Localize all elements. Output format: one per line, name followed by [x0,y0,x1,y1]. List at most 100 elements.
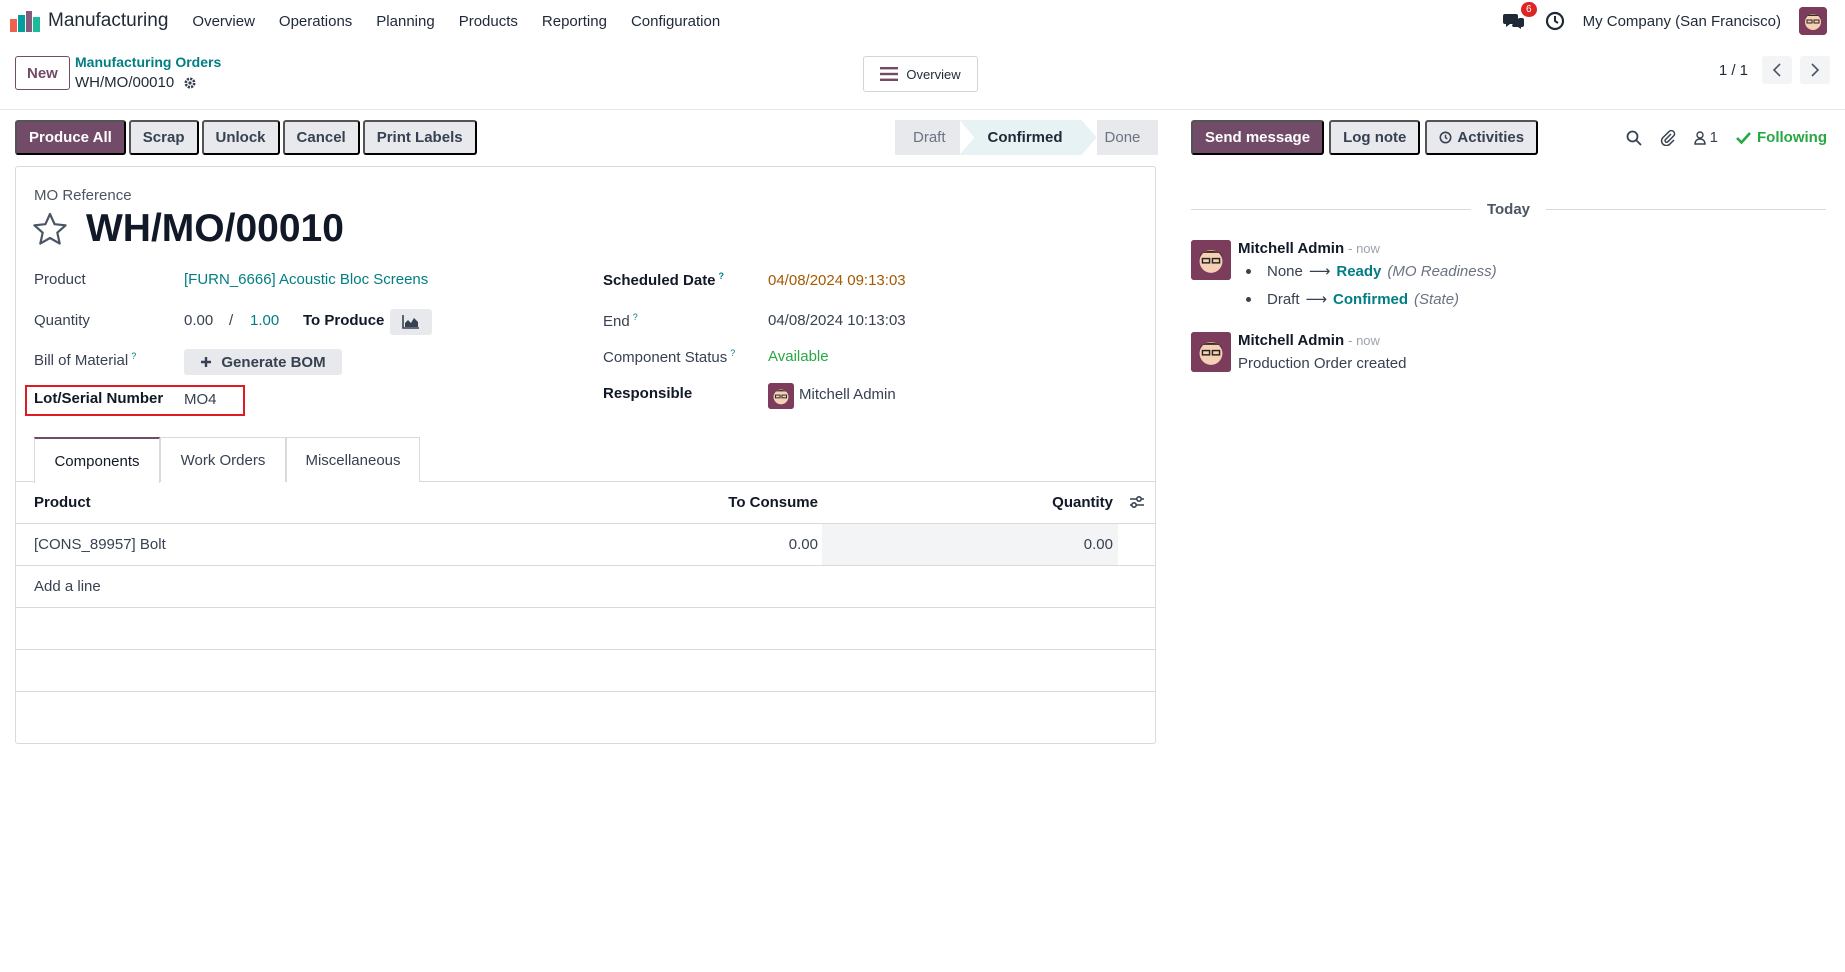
stage-done[interactable]: Done [1096,120,1159,155]
paperclip-icon[interactable] [1660,129,1676,146]
search-icon[interactable] [1626,130,1642,146]
tab-miscellaneous[interactable]: Miscellaneous [286,437,420,482]
status-bar: Draft Confirmed Done [895,120,1159,155]
col-product[interactable]: Product [34,494,91,511]
messaging-button[interactable]: 6 [1501,2,1537,32]
pager-previous[interactable] [1762,56,1792,84]
component-status-label: Component Status? [603,348,736,366]
app-name[interactable]: Manufacturing [48,10,168,32]
menu-planning[interactable]: Planning [376,13,434,30]
messages-badge: 6 [1521,2,1537,17]
gear-icon[interactable] [183,76,197,90]
table-header: Product To Consume Quantity [16,482,1155,524]
lot-serial-field[interactable]: MO4 [184,391,217,408]
empty-row [16,650,1155,692]
end-date-field[interactable]: 04/08/2024 10:13:03 [768,312,906,329]
table-row[interactable]: [CONS_89957] Bolt 0.00 0.00 [16,524,1155,566]
bom-help: ? [131,351,137,361]
notebook-tabs: Components Work Orders Miscellaneous [16,437,1155,483]
print-labels-button[interactable]: Print Labels [362,120,477,155]
row-quantity[interactable]: 0.00 [1084,536,1113,553]
to-produce-label: To Produce [303,312,385,329]
stage-confirmed[interactable]: Confirmed [960,120,1097,155]
tab-components[interactable]: Components [34,437,160,483]
row-product[interactable]: [CONS_89957] Bolt [34,536,166,553]
breadcrumb-parent[interactable]: Manufacturing Orders [75,54,221,70]
scheduled-date-field[interactable]: 04/08/2024 09:13:03 [768,272,906,289]
overview-label: Overview [906,66,961,82]
quantity-label: Quantity [34,312,90,329]
scrap-button[interactable]: Scrap [128,120,199,155]
followers-button[interactable]: 1 [1693,129,1719,146]
tracking-old: None [1267,262,1303,280]
tracking-old: Draft [1267,290,1300,308]
menu-products[interactable]: Products [459,13,518,30]
tracking-field: (State) [1414,290,1460,308]
user-icon [1693,130,1706,145]
add-line-link[interactable]: Add a line [34,578,101,595]
arrow-right-icon: ⟶ [1305,291,1328,308]
forecast-chart-button[interactable] [390,309,432,335]
pager-value[interactable]: 1 / 1 [1719,62,1748,79]
responsible-field[interactable]: Mitchell Admin [799,386,896,403]
unlock-button[interactable]: Unlock [201,120,280,155]
clock-icon[interactable] [1545,11,1565,31]
chatter-buttons: Send message Log note Activities [1191,120,1539,155]
responsible-label: Responsible [603,385,693,402]
page-title: WH/MO/00010 [86,207,344,250]
end-label: End? [603,312,638,330]
menu-operations[interactable]: Operations [279,13,352,30]
avatar[interactable] [1191,332,1231,372]
col-quantity[interactable]: Quantity [1052,494,1113,511]
area-chart-icon [402,315,419,329]
mo-reference-label: MO Reference [34,187,132,204]
quantity-separator: / [229,312,234,329]
message-time: - now [1348,333,1380,348]
lot-serial-label: Lot/Serial Number [34,390,164,407]
activity-clock-icon [1439,131,1452,144]
menu-overview[interactable]: Overview [192,13,255,30]
cancel-button[interactable]: Cancel [282,120,360,155]
star-icon[interactable] [32,212,68,246]
add-line-row: Add a line [16,566,1155,608]
produce-all-button[interactable]: Produce All [15,120,126,155]
col-to-consume[interactable]: To Consume [728,494,818,511]
row-to-consume: 0.00 [788,536,818,553]
scheduled-help: ? [718,271,725,281]
breadcrumb-current: WH/MO/00010 [75,74,197,91]
company-switcher[interactable]: My Company (San Francisco) [1583,13,1781,30]
optional-columns-icon[interactable] [1129,495,1145,509]
new-button[interactable]: New [15,56,70,90]
components-table: Product To Consume Quantity [CONS_89957]… [16,482,1155,692]
message-body: Production Order created [1238,355,1407,372]
overview-button[interactable]: Overview [863,56,978,92]
generate-bom-button[interactable]: Generate BOM [184,349,342,375]
following-button[interactable]: Following [1736,129,1827,146]
quantity-total[interactable]: 1.00 [250,312,279,329]
message-author[interactable]: Mitchell Admin - now [1238,332,1380,349]
chevron-left-icon [1772,63,1781,77]
activities-button[interactable]: Activities [1425,120,1539,155]
manufacturing-logo-icon[interactable] [10,10,40,32]
quantity-cell-bg [822,524,1118,565]
quantity-produced[interactable]: 0.00 [184,312,213,329]
pager-next[interactable] [1800,56,1830,84]
send-message-button[interactable]: Send message [1191,120,1325,155]
plus-icon [201,357,212,367]
product-field[interactable]: [FURN_6666] Acoustic Bloc Screens [184,271,428,288]
followers-count: 1 [1709,129,1719,146]
log-note-button[interactable]: Log note [1329,120,1421,155]
responsible-avatar [768,383,794,409]
message-author[interactable]: Mitchell Admin - now [1238,240,1380,257]
chatter-topbar-right: 1 Following [1626,120,1827,155]
user-avatar[interactable] [1799,7,1827,35]
stage-draft[interactable]: Draft [895,120,960,155]
menu-reporting[interactable]: Reporting [542,13,607,30]
tab-work-orders[interactable]: Work Orders [160,437,286,482]
chatter-message: Mitchell Admin - now None ⟶ Ready (MO Rea… [1191,240,1791,320]
tracking-line: Draft ⟶ Confirmed (State) [1246,290,1459,308]
chatter-message: Mitchell Admin - now Production Order cre… [1191,332,1791,382]
menu-configuration[interactable]: Configuration [631,13,720,30]
activities-label: Activities [1457,129,1525,146]
avatar[interactable] [1191,240,1231,280]
